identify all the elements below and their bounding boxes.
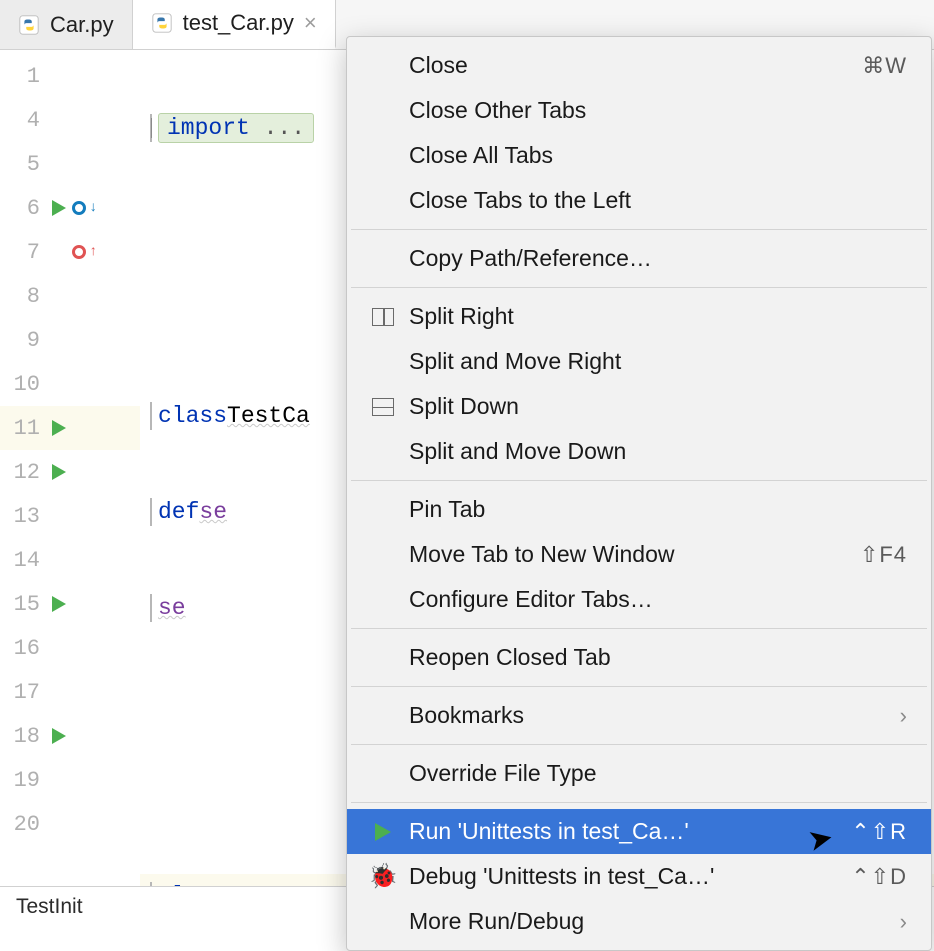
line-number: 5: [0, 152, 46, 177]
python-file-icon: [18, 14, 40, 36]
menu-label: Bookmarks: [409, 702, 524, 729]
line-number: 11: [0, 416, 46, 441]
menu-label: Pin Tab: [409, 496, 485, 523]
fold-icon[interactable]: [150, 114, 152, 142]
split-right-icon: [371, 305, 395, 329]
run-line-icon[interactable]: [52, 200, 66, 216]
line-number: 15: [0, 592, 46, 617]
override-up-icon[interactable]: ↑: [72, 245, 86, 259]
menu-label: Move Tab to New Window: [409, 541, 674, 568]
menu-label: More Run/Debug: [409, 908, 584, 935]
run-line-icon[interactable]: [52, 728, 66, 744]
menu-label: Split Right: [409, 303, 514, 330]
menu-pin[interactable]: Pin Tab: [347, 487, 931, 532]
tab-context-menu: Close ⌘W Close Other Tabs Close All Tabs…: [346, 36, 932, 951]
line-number: 14: [0, 548, 46, 573]
line-number: 1: [0, 64, 46, 89]
bug-icon: 🐞: [371, 865, 395, 889]
menu-label: Debug 'Unittests in test_Ca…': [409, 863, 714, 890]
line-number: 9: [0, 328, 46, 353]
run-line-icon[interactable]: [52, 420, 66, 436]
menu-label: Configure Editor Tabs…: [409, 586, 653, 613]
menu-label: Override File Type: [409, 760, 596, 787]
menu-split-right[interactable]: Split Right: [347, 294, 931, 339]
menu-split-move-right[interactable]: Split and Move Right: [347, 339, 931, 384]
line-number: 13: [0, 504, 46, 529]
menu-separator: [351, 229, 927, 230]
run-icon: [371, 820, 395, 844]
line-number: 10: [0, 372, 46, 397]
fold-icon[interactable]: [150, 594, 152, 622]
gutter: 1 4 5 6 ↓ 7 ↑ 8 9 10 11 12 13 14 15 16 1…: [0, 50, 140, 886]
line-number: 16: [0, 636, 46, 661]
tab-label: Car.py: [50, 12, 114, 38]
submenu-arrow-icon: ›: [900, 703, 907, 729]
menu-label: Close Other Tabs: [409, 97, 586, 124]
tab-test-car[interactable]: test_Car.py ×: [133, 0, 336, 49]
line-number: 20: [0, 812, 46, 837]
menu-override[interactable]: Override File Type: [347, 751, 931, 796]
menu-label: Close All Tabs: [409, 142, 553, 169]
menu-shortcut: ⌘W: [862, 53, 907, 79]
menu-label: Split Down: [409, 393, 519, 420]
menu-split-down[interactable]: Split Down: [347, 384, 931, 429]
menu-label: Run 'Unittests in test_Ca…': [409, 818, 689, 845]
fold-icon[interactable]: [150, 402, 152, 430]
line-number: 8: [0, 284, 46, 309]
menu-close[interactable]: Close ⌘W: [347, 43, 931, 88]
menu-shortcut: ⇧F4: [860, 542, 907, 568]
line-number: 17: [0, 680, 46, 705]
run-line-icon[interactable]: [52, 596, 66, 612]
menu-separator: [351, 802, 927, 803]
tab-car[interactable]: Car.py: [0, 0, 133, 49]
menu-more-run[interactable]: More Run/Debug ›: [347, 899, 931, 944]
run-line-icon[interactable]: [52, 464, 66, 480]
line-number: 12: [0, 460, 46, 485]
line-number: 6: [0, 196, 46, 221]
menu-separator: [351, 686, 927, 687]
breadcrumb[interactable]: TestInit: [16, 895, 83, 919]
menu-separator: [351, 480, 927, 481]
submenu-arrow-icon: ›: [900, 909, 907, 935]
split-down-icon: [371, 395, 395, 419]
menu-label: Close Tabs to the Left: [409, 187, 631, 214]
menu-label: Split and Move Right: [409, 348, 621, 375]
python-file-icon: [151, 12, 173, 34]
fold-icon[interactable]: [150, 498, 152, 526]
menu-close-other[interactable]: Close Other Tabs: [347, 88, 931, 133]
menu-close-left[interactable]: Close Tabs to the Left: [347, 178, 931, 223]
menu-move-new-window[interactable]: Move Tab to New Window ⇧F4: [347, 532, 931, 577]
menu-label: Close: [409, 52, 468, 79]
override-down-icon[interactable]: ↓: [72, 201, 86, 215]
close-tab-icon[interactable]: ×: [304, 12, 317, 34]
menu-run[interactable]: Run 'Unittests in test_Ca…' ⌃⇧R: [347, 809, 931, 854]
menu-label: Reopen Closed Tab: [409, 644, 611, 671]
line-number: 18: [0, 724, 46, 749]
menu-label: Copy Path/Reference…: [409, 245, 652, 272]
menu-split-move-down[interactable]: Split and Move Down: [347, 429, 931, 474]
line-number: 4: [0, 108, 46, 133]
menu-bookmarks[interactable]: Bookmarks ›: [347, 693, 931, 738]
menu-close-all[interactable]: Close All Tabs: [347, 133, 931, 178]
tab-label: test_Car.py: [183, 10, 294, 36]
line-number: 7: [0, 240, 46, 265]
menu-copy-path[interactable]: Copy Path/Reference…: [347, 236, 931, 281]
menu-label: Split and Move Down: [409, 438, 626, 465]
line-number: 19: [0, 768, 46, 793]
menu-shortcut: ⌃⇧R: [851, 819, 907, 845]
menu-shortcut: ⌃⇧D: [851, 864, 907, 890]
menu-configure[interactable]: Configure Editor Tabs…: [347, 577, 931, 622]
menu-reopen[interactable]: Reopen Closed Tab: [347, 635, 931, 680]
menu-separator: [351, 744, 927, 745]
menu-debug[interactable]: 🐞 Debug 'Unittests in test_Ca…' ⌃⇧D: [347, 854, 931, 899]
menu-separator: [351, 287, 927, 288]
menu-separator: [351, 628, 927, 629]
